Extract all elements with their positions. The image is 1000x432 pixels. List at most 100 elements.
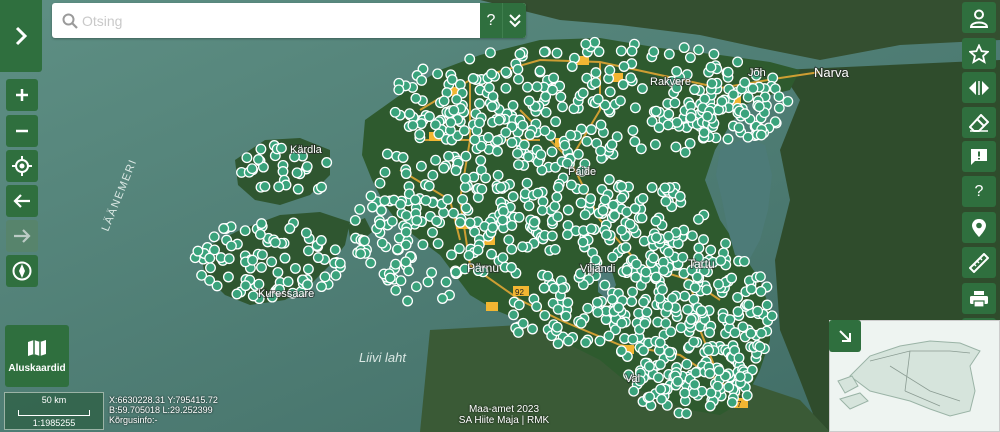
marker-button[interactable] (962, 212, 996, 243)
site-marker[interactable] (517, 317, 529, 329)
site-marker[interactable] (512, 63, 524, 75)
site-marker[interactable] (549, 243, 561, 255)
site-marker[interactable] (503, 234, 515, 246)
site-marker[interactable] (272, 266, 284, 278)
site-marker[interactable] (279, 252, 291, 264)
site-marker[interactable] (654, 358, 666, 370)
site-marker[interactable] (491, 145, 503, 157)
site-marker[interactable] (669, 97, 681, 109)
site-marker[interactable] (487, 222, 499, 233)
site-marker[interactable] (753, 101, 765, 113)
site-marker[interactable] (538, 46, 550, 58)
help-button[interactable]: ? (962, 176, 996, 207)
site-marker[interactable] (375, 205, 387, 216)
site-marker[interactable] (532, 187, 544, 199)
site-marker[interactable] (546, 146, 558, 158)
site-marker[interactable] (312, 252, 324, 264)
site-marker[interactable] (395, 275, 407, 287)
site-marker[interactable] (513, 159, 524, 171)
site-marker[interactable] (732, 306, 744, 318)
site-marker[interactable] (693, 213, 704, 225)
site-marker[interactable] (253, 154, 264, 165)
site-marker[interactable] (379, 166, 391, 178)
site-marker[interactable] (512, 326, 524, 338)
site-marker[interactable] (539, 125, 551, 137)
site-marker[interactable] (273, 181, 285, 193)
site-marker[interactable] (486, 248, 497, 260)
site-marker[interactable] (655, 383, 667, 395)
site-marker[interactable] (506, 220, 518, 231)
site-marker[interactable] (580, 38, 592, 50)
site-marker[interactable] (739, 108, 751, 120)
site-marker[interactable] (653, 122, 665, 133)
site-marker[interactable] (684, 52, 696, 64)
site-marker[interactable] (209, 244, 220, 256)
site-marker[interactable] (415, 160, 427, 172)
site-marker[interactable] (693, 44, 705, 56)
site-marker[interactable] (446, 249, 457, 261)
site-marker[interactable] (225, 240, 237, 252)
site-marker[interactable] (684, 137, 696, 149)
site-marker[interactable] (517, 241, 529, 253)
site-marker[interactable] (459, 172, 471, 184)
site-marker[interactable] (450, 266, 462, 278)
site-marker[interactable] (555, 91, 567, 103)
site-marker[interactable] (513, 299, 525, 311)
site-marker[interactable] (754, 271, 766, 283)
site-marker[interactable] (614, 95, 626, 107)
site-marker[interactable] (606, 293, 618, 305)
site-marker[interactable] (500, 82, 512, 94)
site-marker[interactable] (743, 299, 755, 311)
site-marker[interactable] (414, 128, 426, 140)
site-marker[interactable] (591, 297, 603, 308)
overview-toggle-button[interactable] (829, 320, 861, 352)
site-marker[interactable] (720, 237, 732, 249)
site-marker[interactable] (703, 344, 715, 356)
site-marker[interactable] (577, 87, 589, 99)
site-marker[interactable] (562, 297, 574, 309)
site-marker[interactable] (599, 279, 611, 291)
site-marker[interactable] (597, 205, 609, 216)
site-marker[interactable] (581, 135, 593, 147)
site-marker[interactable] (495, 181, 507, 193)
site-marker[interactable] (513, 73, 524, 85)
site-marker[interactable] (641, 306, 653, 318)
site-marker[interactable] (742, 91, 754, 103)
site-marker[interactable] (705, 387, 717, 399)
site-marker[interactable] (604, 86, 616, 98)
site-marker[interactable] (761, 299, 773, 311)
site-marker[interactable] (672, 375, 684, 387)
site-marker[interactable] (507, 191, 519, 202)
site-marker[interactable] (426, 267, 438, 279)
locate-button[interactable] (6, 150, 38, 182)
site-marker[interactable] (559, 139, 571, 151)
site-marker[interactable] (528, 216, 540, 228)
site-marker[interactable] (395, 198, 407, 210)
site-marker[interactable] (723, 381, 735, 393)
site-marker[interactable] (678, 42, 690, 54)
site-marker[interactable] (540, 106, 552, 118)
site-marker[interactable] (733, 352, 745, 364)
site-marker[interactable] (752, 305, 764, 317)
site-marker[interactable] (386, 215, 398, 227)
site-marker[interactable] (677, 251, 689, 263)
site-marker[interactable] (629, 102, 641, 114)
site-marker[interactable] (508, 309, 519, 321)
site-marker[interactable] (627, 125, 639, 136)
site-marker[interactable] (247, 254, 259, 266)
site-marker[interactable] (601, 229, 612, 241)
site-marker[interactable] (616, 192, 628, 204)
site-marker[interactable] (231, 288, 243, 300)
site-marker[interactable] (316, 281, 327, 293)
site-marker[interactable] (301, 161, 313, 173)
site-marker[interactable] (701, 284, 713, 296)
site-marker[interactable] (451, 93, 463, 105)
site-marker[interactable] (592, 306, 604, 318)
site-marker[interactable] (551, 47, 563, 59)
site-marker[interactable] (531, 81, 543, 93)
site-marker[interactable] (627, 286, 638, 298)
site-marker[interactable] (695, 305, 707, 317)
site-marker[interactable] (454, 216, 466, 228)
site-marker[interactable] (443, 150, 455, 162)
site-marker[interactable] (282, 276, 294, 288)
